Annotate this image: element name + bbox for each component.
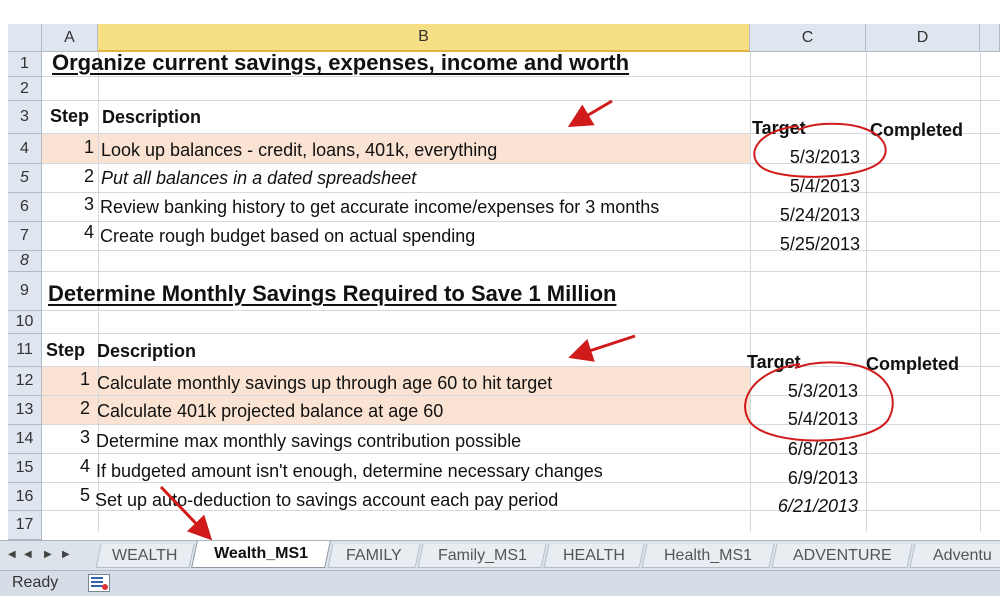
section1-target[interactable]: 5/24/2013: [750, 204, 860, 226]
column-header-b[interactable]: B: [98, 24, 750, 52]
section1-target[interactable]: 5/4/2013: [750, 175, 860, 197]
section2-step[interactable]: 3: [42, 426, 90, 448]
row-header-14[interactable]: 14: [8, 425, 42, 454]
section2-description[interactable]: Calculate 401k projected balance at age …: [97, 400, 443, 422]
annotation-layer: [159, 99, 894, 541]
window-bottom: [0, 596, 1000, 612]
sheet-tab-health[interactable]: HEALTH: [543, 544, 645, 568]
row-header-11[interactable]: 11: [8, 334, 42, 367]
annotation-arrow-icon: [568, 334, 636, 362]
sheet-tab-adventure-ms1[interactable]: Adventu: [909, 544, 1000, 568]
column-header-d[interactable]: D: [866, 24, 980, 52]
row-header-16[interactable]: 16: [8, 483, 42, 511]
prev-sheet-icon[interactable]: ◀: [24, 549, 32, 560]
grid-line: [980, 52, 981, 532]
section2-step-header[interactable]: Step: [46, 339, 85, 361]
row-header-1[interactable]: 1: [8, 52, 42, 77]
section2-title[interactable]: Determine Monthly Savings Required to Sa…: [48, 283, 616, 305]
section1-description[interactable]: Put all balances in a dated spreadsheet: [101, 167, 416, 189]
section2-step[interactable]: 1: [42, 368, 90, 390]
column-header-a[interactable]: A: [42, 24, 98, 52]
sheet-tab-label: Family_MS1: [437, 546, 527, 564]
section2-description-header[interactable]: Description: [97, 340, 196, 362]
section2-description[interactable]: Determine max monthly savings contributi…: [96, 430, 521, 452]
section2-description[interactable]: If budgeted amount isn't enough, determi…: [96, 460, 603, 482]
section2-step[interactable]: 4: [42, 455, 90, 477]
section1-description-header[interactable]: Description: [102, 106, 201, 128]
row-header-7[interactable]: 7: [8, 222, 42, 251]
sheet-tab-label: Adventu: [932, 546, 992, 564]
section2-completed-header[interactable]: Completed: [866, 353, 959, 375]
column-header-e[interactable]: [980, 24, 1000, 52]
section1-target[interactable]: 5/25/2013: [750, 233, 860, 255]
grid-line: [42, 366, 1000, 367]
sheet-tab-health-ms1[interactable]: Health_MS1: [641, 544, 775, 568]
section1-step[interactable]: 3: [42, 193, 94, 215]
grid-line: [42, 333, 1000, 334]
section2-target-header[interactable]: Target: [747, 351, 801, 373]
section1-completed-header[interactable]: Completed: [870, 119, 963, 141]
sheet-tab-family[interactable]: FAMILY: [327, 544, 421, 568]
grid-line: [866, 52, 867, 532]
sheet-tab-label: Health_MS1: [664, 546, 753, 564]
section1-step[interactable]: 2: [42, 165, 94, 187]
section1-target-header[interactable]: Target: [752, 117, 806, 139]
next-sheet-icon[interactable]: ▶: [44, 549, 52, 560]
row-header-8[interactable]: 8: [8, 251, 42, 272]
grid-line: [42, 310, 1000, 311]
section2-description[interactable]: Set up auto-deduction to savings account…: [95, 489, 558, 511]
row-header-15[interactable]: 15: [8, 454, 42, 483]
section1-target[interactable]: 5/3/2013: [750, 146, 860, 168]
sheet-tab-label: HEALTH: [563, 546, 626, 564]
grid-line: [42, 100, 1000, 101]
sheet-tab-adventure[interactable]: ADVENTURE: [771, 544, 913, 568]
sheet-tab-label: WEALTH: [112, 546, 178, 564]
annotation-arrow-icon: [567, 99, 613, 128]
sheet-tab-wealth-ms1[interactable]: Wealth_MS1: [191, 541, 331, 568]
grid-line: [42, 133, 1000, 134]
section1-description[interactable]: Look up balances - credit, loans, 401k, …: [101, 139, 497, 161]
section1-description[interactable]: Create rough budget based on actual spen…: [100, 225, 475, 247]
spreadsheet: A B C D 1 2 3 4 5 6 7 8 9 10 11 12 13 14…: [0, 0, 1000, 612]
row-header-12[interactable]: 12: [8, 367, 42, 396]
section2-target[interactable]: 5/3/2013: [746, 380, 858, 402]
section1-title[interactable]: Organize current savings, expenses, inco…: [52, 52, 629, 74]
status-ready: Ready: [12, 574, 59, 591]
section1-step[interactable]: 4: [42, 221, 94, 243]
row-header-4[interactable]: 4: [8, 134, 42, 164]
section2-step[interactable]: 2: [42, 397, 90, 419]
row-header-5[interactable]: 5: [8, 164, 42, 193]
sheet-tab-label: ADVENTURE: [792, 546, 892, 564]
section1-step[interactable]: 1: [42, 136, 94, 158]
sheet-tab-label: FAMILY: [346, 546, 402, 564]
sheet-tab-family-ms1[interactable]: Family_MS1: [417, 544, 547, 568]
section2-description[interactable]: Calculate monthly savings up through age…: [97, 372, 552, 394]
row-header-17[interactable]: 17: [8, 511, 42, 540]
row-header-10[interactable]: 10: [8, 311, 42, 334]
row-header-6[interactable]: 6: [8, 193, 42, 222]
column-header-c[interactable]: C: [750, 24, 866, 52]
sheet-tab-bar: ◀ ◀ ▶ ▶ WEALTH Wealth_MS1 FAMILY Family_…: [0, 540, 1000, 570]
select-all-corner[interactable]: [8, 24, 42, 52]
row-header-2[interactable]: 2: [8, 77, 42, 101]
grid-line: [42, 76, 1000, 77]
status-bar: Ready: [0, 570, 1000, 596]
first-sheet-icon[interactable]: ◀: [8, 549, 16, 560]
row-header-9[interactable]: 9: [8, 272, 42, 311]
section2-target[interactable]: 6/21/2013: [746, 495, 858, 517]
section2-target[interactable]: 6/9/2013: [746, 467, 858, 489]
sheet-tab-label: Wealth_MS1: [214, 545, 309, 562]
section2-target[interactable]: 5/4/2013: [746, 408, 858, 430]
section2-step[interactable]: 5: [42, 484, 90, 506]
section2-target[interactable]: 6/8/2013: [746, 438, 858, 460]
section1-description[interactable]: Review banking history to get accurate i…: [100, 196, 659, 218]
row-header-3[interactable]: 3: [8, 101, 42, 134]
grid-line: [750, 52, 751, 532]
sheet-tab-wealth[interactable]: WEALTH: [95, 544, 195, 568]
macro-record-icon[interactable]: [88, 574, 110, 592]
section1-step-header[interactable]: Step: [50, 105, 89, 127]
last-sheet-icon[interactable]: ▶: [62, 549, 70, 560]
row-header-13[interactable]: 13: [8, 396, 42, 425]
grid-line: [42, 271, 1000, 272]
